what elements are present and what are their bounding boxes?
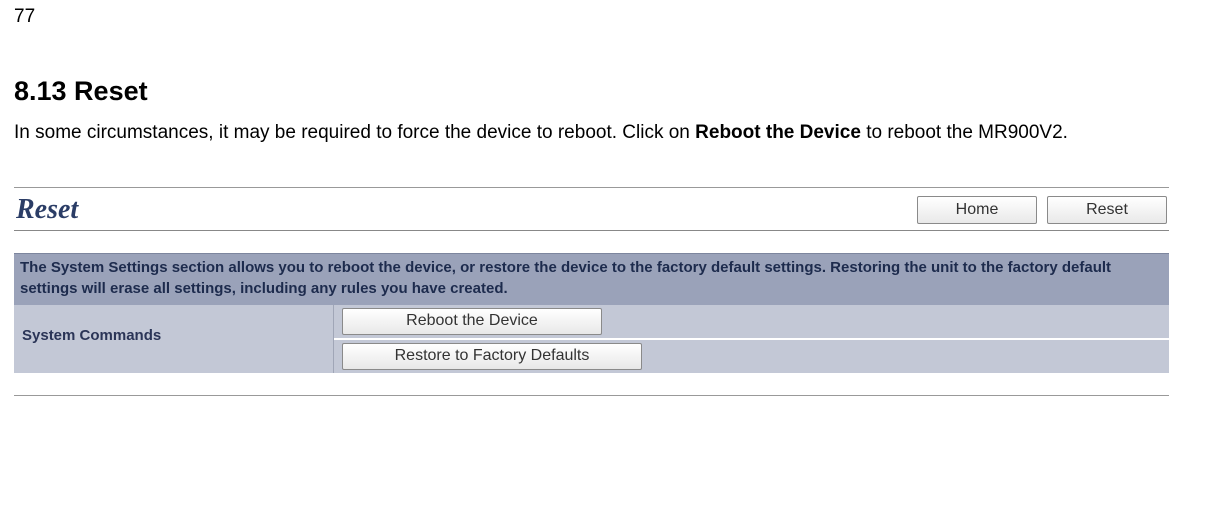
top-button-group: Home Reset [917, 196, 1167, 224]
info-bar: The System Settings section allows you t… [14, 253, 1169, 305]
body-text-1: In some circumstances, it may be require… [14, 122, 695, 143]
system-commands-label: System Commands [14, 305, 334, 373]
reset-button[interactable]: Reset [1047, 196, 1167, 224]
action-row-restore: Restore to Factory Defaults [334, 340, 1169, 373]
restore-defaults-button[interactable]: Restore to Factory Defaults [342, 343, 642, 370]
commands-row: System Commands Reboot the Device Restor… [14, 305, 1169, 373]
spacer [14, 231, 1169, 253]
page-number: 77 [14, 6, 1211, 28]
section-body: In some circumstances, it may be require… [14, 117, 1211, 149]
body-text-bold: Reboot the Device [695, 122, 861, 143]
reboot-device-button[interactable]: Reboot the Device [342, 308, 602, 335]
panel-header: Reset Home Reset [14, 188, 1169, 231]
home-button[interactable]: Home [917, 196, 1037, 224]
settings-panel: Reset Home Reset The System Settings sec… [14, 187, 1169, 396]
section-title: 8.13 Reset [14, 76, 1211, 107]
action-row-reboot: Reboot the Device [334, 305, 1169, 338]
panel-title: Reset [16, 194, 78, 226]
body-text-2: to reboot the MR900V2. [861, 122, 1068, 143]
spacer-bottom [14, 373, 1169, 395]
commands-actions: Reboot the Device Restore to Factory Def… [334, 305, 1169, 373]
